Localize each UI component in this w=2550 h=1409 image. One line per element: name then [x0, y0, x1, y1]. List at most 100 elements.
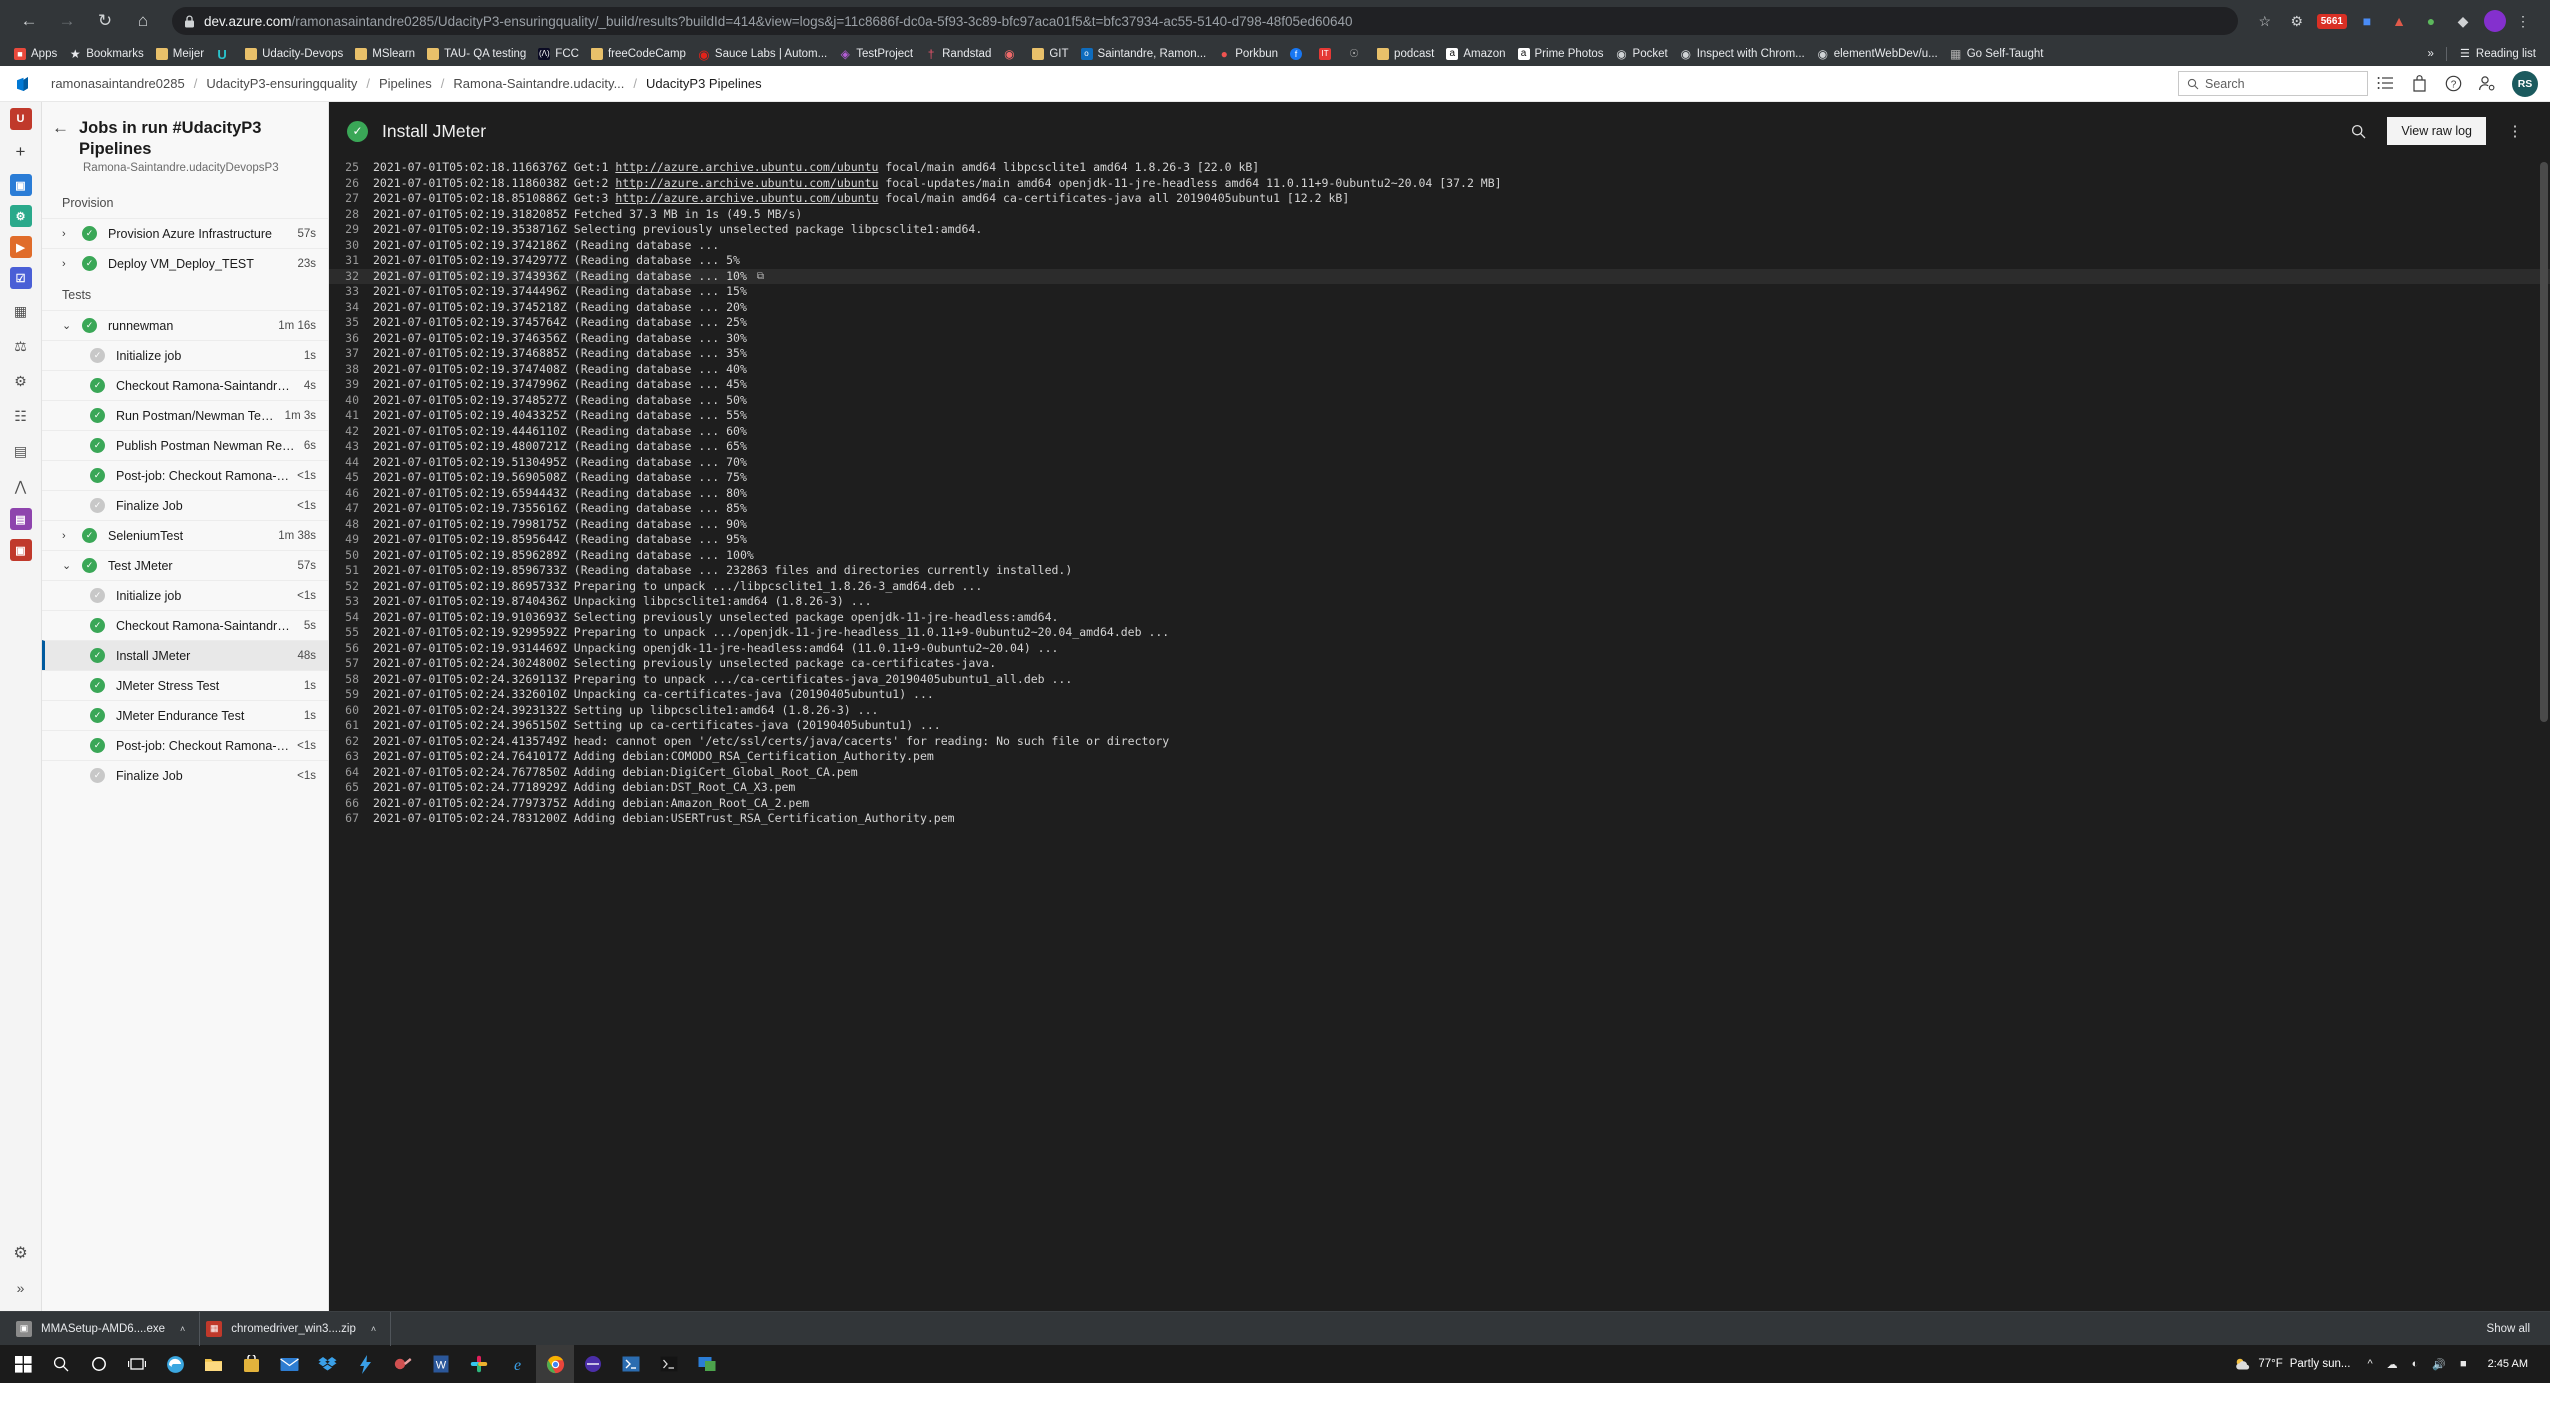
- extension-blue-icon[interactable]: ■: [2352, 6, 2382, 36]
- bookmark-item[interactable]: ★ Bookmarks: [63, 46, 150, 62]
- bookmark-item[interactable]: Meijer: [150, 46, 210, 62]
- bookmark-item[interactable]: ◉ Sauce Labs | Autom...: [692, 46, 833, 62]
- download-item[interactable]: ▣ MMASetup-AMD6....exe ˄: [10, 1311, 201, 1346]
- reading-list-button[interactable]: ☰ Reading list: [2453, 46, 2542, 62]
- remote-desktop-icon[interactable]: [688, 1345, 726, 1383]
- job-row[interactable]: ✓ JMeter Stress Test 1s: [42, 670, 328, 700]
- powershell-icon[interactable]: [612, 1345, 650, 1383]
- log-line[interactable]: 32 2021-07-01T05:02:19.3743936Z (Reading …: [329, 268, 2550, 285]
- breadcrumb-org[interactable]: ramonasaintandre0285: [42, 76, 194, 91]
- dropbox-icon[interactable]: [308, 1345, 346, 1383]
- log-line[interactable]: 29 2021-07-01T05:02:19.3538716Z Selecting…: [329, 222, 2550, 238]
- chrome-menu-icon[interactable]: ⋮: [2508, 6, 2538, 36]
- log-line[interactable]: 64 2021-07-01T05:02:24.7677850Z Adding de…: [329, 765, 2550, 781]
- log-line[interactable]: 56 2021-07-01T05:02:19.9314469Z Unpacking…: [329, 641, 2550, 657]
- chevron-right-icon[interactable]: ›: [62, 258, 82, 270]
- extension-badge[interactable]: 5661: [2316, 13, 2347, 29]
- log-line[interactable]: 57 2021-07-01T05:02:24.3024800Z Selecting…: [329, 656, 2550, 672]
- log-line[interactable]: 48 2021-07-01T05:02:19.7998175Z (Reading …: [329, 517, 2550, 533]
- microsoft-store-icon[interactable]: [232, 1345, 270, 1383]
- extensions-icon[interactable]: ▣: [9, 539, 32, 561]
- log-line[interactable]: 46 2021-07-01T05:02:19.6594443Z (Reading …: [329, 486, 2550, 502]
- log-line[interactable]: 60 2021-07-01T05:02:24.3923132Z Setting u…: [329, 703, 2550, 719]
- show-hidden-icons-caret[interactable]: ^: [2360, 1358, 2379, 1370]
- bookmark-item[interactable]: f: [1284, 46, 1313, 62]
- settings-gear-icon[interactable]: ⚙: [8, 1240, 34, 1266]
- log-line[interactable]: 52 2021-07-01T05:02:19.8695733Z Preparing…: [329, 579, 2550, 595]
- log-line[interactable]: 25 2021-07-01T05:02:18.1166376Z Get:1 htt…: [329, 160, 2550, 176]
- job-row[interactable]: ✓ Finalize Job <1s: [42, 760, 328, 790]
- avatar[interactable]: RS: [2512, 70, 2538, 97]
- log-line[interactable]: 65 2021-07-01T05:02:24.7718929Z Adding de…: [329, 780, 2550, 796]
- log-line[interactable]: 62 2021-07-01T05:02:24.4135749Z head: can…: [329, 734, 2550, 750]
- azure-devops-logo-icon[interactable]: [8, 74, 42, 94]
- job-row[interactable]: ✓ Post-job: Checkout Ramona-Sai... <1s: [42, 730, 328, 760]
- extension-puzzle-icon[interactable]: ⚙: [2282, 6, 2312, 36]
- log-line[interactable]: 40 2021-07-01T05:02:19.3748527Z (Reading …: [329, 393, 2550, 409]
- bookmark-item[interactable]: Udacity-Devops: [239, 46, 349, 62]
- log-line[interactable]: 50 2021-07-01T05:02:19.8596289Z (Reading …: [329, 548, 2550, 564]
- bookmark-item[interactable]: ◉ elementWebDev/u...: [1811, 46, 1944, 62]
- bookmark-item[interactable]: TAU- QA testing: [421, 46, 532, 62]
- chevron-right-icon[interactable]: ›: [62, 228, 82, 240]
- log-line[interactable]: 37 2021-07-01T05:02:19.3746885Z (Reading …: [329, 346, 2550, 362]
- log-line[interactable]: 49 2021-07-01T05:02:19.8595644Z (Reading …: [329, 532, 2550, 548]
- bookmarks-overflow-button[interactable]: »: [2422, 46, 2440, 62]
- bookmark-star-icon[interactable]: ☆: [2250, 6, 2280, 36]
- log-line[interactable]: 43 2021-07-01T05:02:19.4800721Z (Reading …: [329, 439, 2550, 455]
- bookmark-item[interactable]: a Prime Photos: [1512, 46, 1610, 62]
- view-raw-log-button[interactable]: View raw log: [2387, 117, 2486, 145]
- bookmark-item[interactable]: ● Porkbun: [1212, 46, 1284, 62]
- bookmark-item[interactable]: † Randstad: [919, 46, 997, 62]
- chevron-down-icon[interactable]: ⌄: [62, 559, 82, 572]
- job-row[interactable]: ✓ Post-job: Checkout Ramona-Sai... <1s: [42, 460, 328, 490]
- log-line[interactable]: 63 2021-07-01T05:02:24.7641017Z Adding de…: [329, 749, 2550, 765]
- bookmark-item[interactable]: podcast: [1371, 46, 1440, 62]
- bookmark-item[interactable]: IT: [1313, 46, 1342, 62]
- bookmark-item[interactable]: freeCodeCamp: [585, 46, 692, 62]
- log-line[interactable]: 47 2021-07-01T05:02:19.7355616Z (Reading …: [329, 501, 2550, 517]
- log-line-link[interactable]: http://azure.archive.ubuntu.com/ubuntu: [615, 160, 878, 174]
- log-line-link[interactable]: http://azure.archive.ubuntu.com/ubuntu: [615, 176, 878, 190]
- chevron-up-icon[interactable]: ˄: [180, 1324, 185, 1334]
- log-line[interactable]: 28 2021-07-01T05:02:19.3182085Z Fetched 3…: [329, 207, 2550, 223]
- log-line[interactable]: 58 2021-07-01T05:02:24.3269113Z Preparing…: [329, 672, 2550, 688]
- paint-icon[interactable]: [384, 1345, 422, 1383]
- job-row[interactable]: ⌄ ✓ Test JMeter 57s: [42, 550, 328, 580]
- log-line[interactable]: 34 2021-07-01T05:02:19.3745218Z (Reading …: [329, 300, 2550, 316]
- bookmark-item[interactable]: GIT: [1026, 46, 1074, 62]
- download-item[interactable]: ▦ chromedriver_win3....zip ˄: [200, 1311, 392, 1346]
- task-view-icon[interactable]: [118, 1345, 156, 1383]
- library-icon[interactable]: ☷: [8, 403, 34, 429]
- clock[interactable]: 2:45 AM: [2478, 1358, 2538, 1371]
- search-log-icon[interactable]: [2343, 116, 2373, 146]
- log-line[interactable]: 39 2021-07-01T05:02:19.3747996Z (Reading …: [329, 377, 2550, 393]
- chrome-icon[interactable]: [536, 1345, 574, 1383]
- back-arrow-icon[interactable]: ←: [12, 4, 46, 38]
- chrome-profile-avatar[interactable]: [2484, 10, 2506, 32]
- job-row[interactable]: › ✓ Provision Azure Infrastructure 57s: [42, 218, 328, 248]
- new-item-icon[interactable]: +: [8, 139, 34, 165]
- help-question-icon[interactable]: ?: [2436, 69, 2470, 99]
- breadcrumb-pipelines[interactable]: Pipelines: [370, 76, 441, 91]
- forward-arrow-icon[interactable]: →: [50, 4, 84, 38]
- bookmark-item[interactable]: MSlearn: [349, 46, 421, 62]
- log-line[interactable]: 33 2021-07-01T05:02:19.3744496Z (Reading …: [329, 284, 2550, 300]
- internet-explorer-icon[interactable]: e: [498, 1345, 536, 1383]
- log-line[interactable]: 53 2021-07-01T05:02:19.8740436Z Unpacking…: [329, 594, 2550, 610]
- bookmark-item[interactable]: a Amazon: [1440, 46, 1511, 62]
- search-icon[interactable]: [42, 1345, 80, 1383]
- log-line[interactable]: 36 2021-07-01T05:02:19.3746356Z (Reading …: [329, 331, 2550, 347]
- log-line[interactable]: 55 2021-07-01T05:02:19.9299592Z Preparing…: [329, 625, 2550, 641]
- repos-icon[interactable]: ⚙: [9, 205, 32, 227]
- slack-icon[interactable]: [460, 1345, 498, 1383]
- log-line[interactable]: 54 2021-07-01T05:02:19.9103693Z Selecting…: [329, 610, 2550, 626]
- onedrive-icon[interactable]: ☁: [2380, 1358, 2405, 1371]
- address-bar[interactable]: dev.azure.com/ramonasaintandre0285/Udaci…: [172, 7, 2238, 35]
- home-icon[interactable]: ⌂: [126, 4, 160, 38]
- job-row[interactable]: ✓ Finalize Job <1s: [42, 490, 328, 520]
- lightning-icon[interactable]: [346, 1345, 384, 1383]
- copy-icon[interactable]: ⧉: [757, 269, 764, 285]
- log-line[interactable]: 30 2021-07-01T05:02:19.3742186Z (Reading …: [329, 238, 2550, 254]
- job-row[interactable]: ⌄ ✓ runnewman 1m 16s: [42, 310, 328, 340]
